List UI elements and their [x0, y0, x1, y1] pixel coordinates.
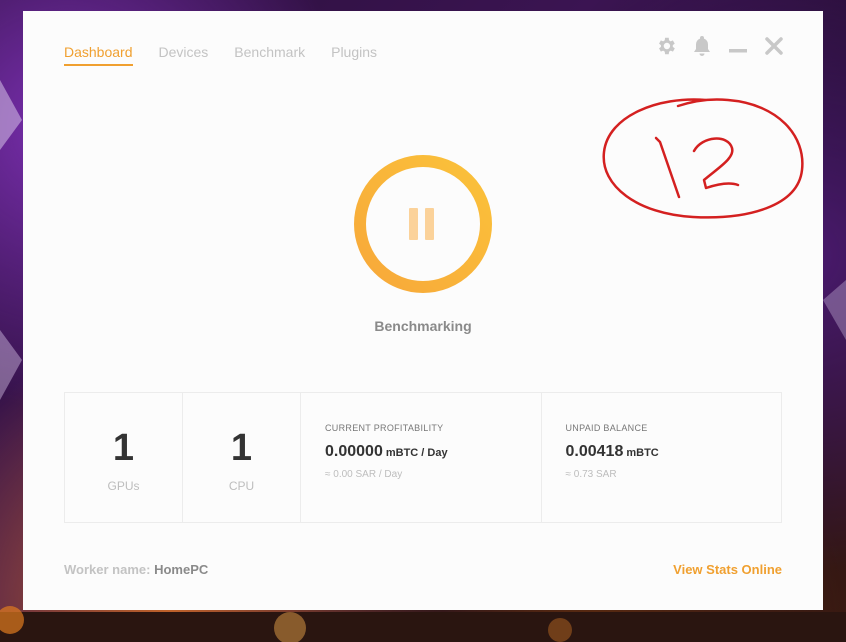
balance-fiat: ≈ 0.73 SAR — [565, 469, 617, 480]
main-nav: Dashboard Devices Benchmark Plugins — [64, 44, 403, 66]
worker-label: Worker name: — [64, 562, 151, 577]
profitability-amount: 0.00000 mBTC / Day — [325, 443, 517, 461]
balance-value: 0.00418 — [565, 443, 624, 460]
stats-panel: 1 GPUs 1 CPU CURRENT PROFITABILITY 0.000… — [64, 392, 782, 523]
cpu-count: 1 — [230, 426, 253, 469]
balance-card: UNPAID BALANCE 0.00418 mBTC ≈ 0.73 SAR — [542, 393, 782, 522]
tab-devices[interactable]: Devices — [159, 44, 209, 66]
view-stats-link[interactable]: View Stats Online — [673, 562, 782, 577]
balance-unit: mBTC — [626, 447, 659, 459]
profitability-card: CURRENT PROFITABILITY 0.00000 mBTC / Day … — [301, 393, 542, 522]
balance-title: UNPAID BALANCE — [565, 423, 648, 433]
worker-info: Worker name: HomePC — [64, 562, 208, 577]
benchmark-toggle-button[interactable] — [352, 153, 494, 295]
handwritten-annotation — [602, 98, 804, 219]
close-icon[interactable] — [763, 35, 785, 57]
tab-benchmark[interactable]: Benchmark — [234, 44, 305, 66]
profitability-unit: mBTC / Day — [385, 447, 448, 459]
gear-icon[interactable] — [655, 35, 677, 57]
tab-plugins[interactable]: Plugins — [331, 44, 377, 66]
bell-icon[interactable] — [691, 35, 713, 57]
pause-icon — [409, 208, 434, 240]
cpu-label: CPU — [228, 478, 255, 493]
balance-amount: 0.00418 mBTC — [566, 443, 758, 461]
window-controls — [655, 35, 785, 57]
profitability-value: 0.00000 — [325, 443, 383, 460]
cpu-count-card: 1 CPU — [183, 393, 301, 522]
tab-dashboard[interactable]: Dashboard — [64, 44, 133, 66]
gpu-label: GPUs — [107, 478, 140, 493]
status-label: Benchmarking — [374, 318, 472, 334]
app-window: Dashboard Devices Benchmark Plugins Benc… — [23, 11, 823, 610]
gpu-count: 1 — [112, 426, 135, 469]
worker-name: HomePC — [154, 562, 209, 577]
profitability-fiat: ≈ 0.00 SAR / Day — [325, 469, 403, 480]
gpu-count-card: 1 GPUs — [65, 393, 183, 522]
minimize-icon[interactable] — [727, 35, 749, 57]
profitability-title: CURRENT PROFITABILITY — [325, 423, 444, 433]
